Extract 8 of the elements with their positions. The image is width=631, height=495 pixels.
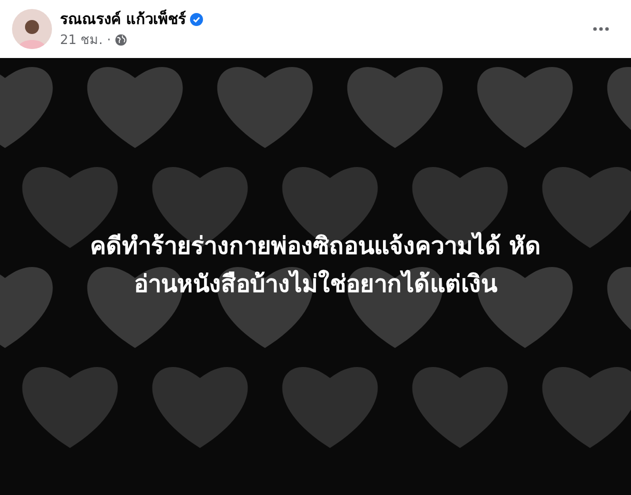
separator-dot: · [106, 32, 111, 50]
author-name[interactable]: รณณรงค์ แก้วเพ็ชร์ [60, 8, 186, 30]
avatar[interactable] [12, 9, 52, 49]
more-icon [593, 27, 609, 31]
post-time[interactable]: 21 ชม. [60, 30, 103, 50]
post-text-line: คดีทำร้ายร่างกายพ่องซิถอนแจ้งความได้ หัด [90, 230, 542, 262]
globe-icon [114, 34, 127, 46]
post-text-line: อ่านหนังสือบ้างไม่ใช่อยากได้แต่เงิน [134, 268, 497, 300]
